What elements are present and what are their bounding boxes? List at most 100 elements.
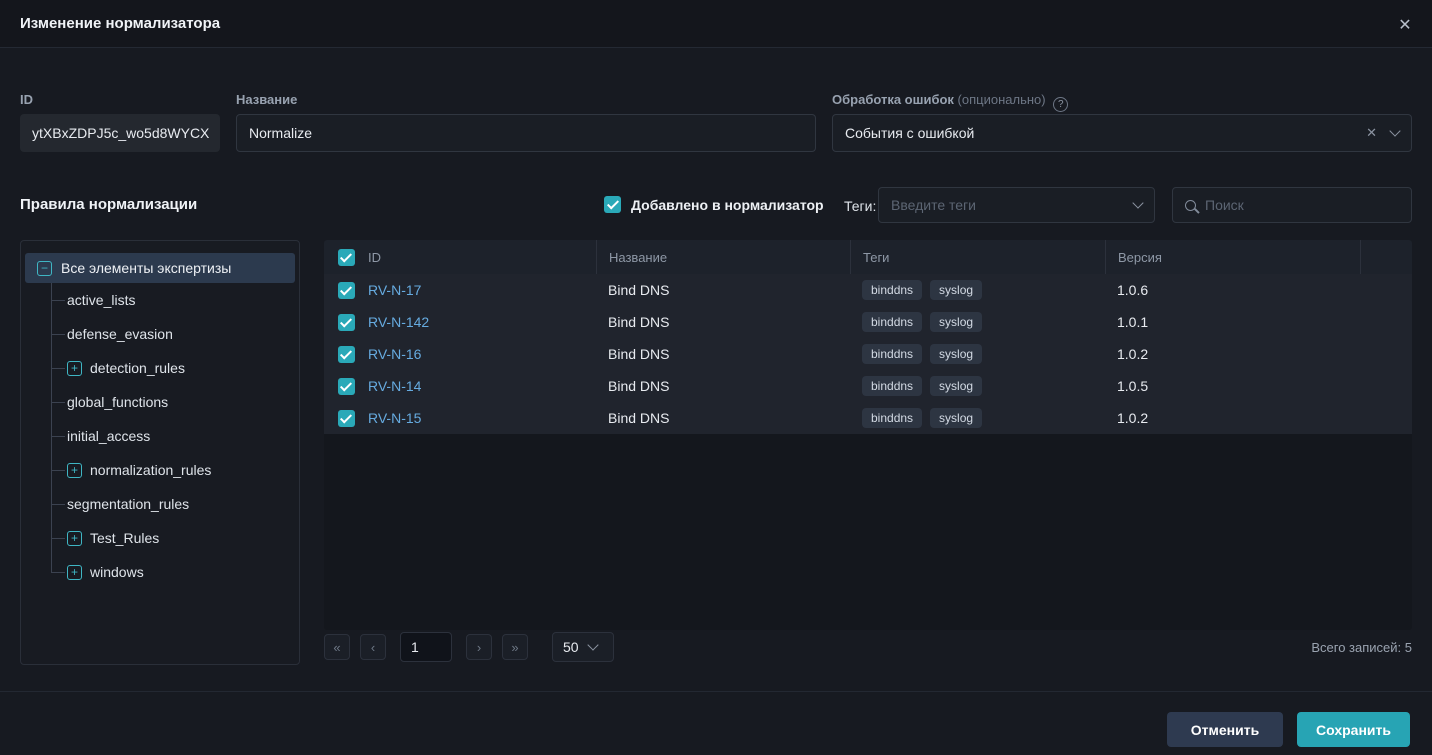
column-header-name[interactable]: Название — [596, 240, 862, 274]
rule-id-link[interactable]: RV-N-15 — [368, 410, 608, 426]
page-size-value: 50 — [563, 639, 579, 655]
tags-placeholder: Введите теги — [891, 197, 1134, 213]
rule-tags: binddns syslog — [862, 312, 1117, 332]
tag-badge: syslog — [930, 344, 982, 364]
tag-badge: binddns — [862, 408, 922, 428]
rule-id-link[interactable]: RV-N-142 — [368, 314, 608, 330]
table-row[interactable]: RV-N-17 Bind DNS binddns syslog 1.0.6 — [324, 274, 1412, 306]
tree-item-windows[interactable]: + windows — [25, 555, 295, 589]
tree-children: active_lists defense_evasion + detection… — [25, 283, 295, 589]
page-number-input[interactable] — [400, 632, 452, 662]
tag-badge: binddns — [862, 344, 922, 364]
column-header-version[interactable]: Версия — [1105, 240, 1372, 274]
tag-badge: binddns — [862, 312, 922, 332]
rule-name: Bind DNS — [608, 346, 862, 362]
save-button[interactable]: Сохранить — [1297, 712, 1410, 747]
error-handling-label-text: Обработка ошибок — [832, 92, 954, 107]
clear-icon[interactable]: ✕ — [1366, 125, 1377, 141]
tag-badge: syslog — [930, 376, 982, 396]
error-handling-label: Обработка ошибок (опционально) ? — [832, 92, 1068, 112]
tree-item-label: detection_rules — [90, 360, 185, 376]
tree-item-label: windows — [90, 564, 144, 580]
first-page-button[interactable]: « — [324, 634, 350, 660]
row-checkbox[interactable] — [338, 346, 355, 363]
dialog-footer: Отменить Сохранить — [0, 691, 1432, 755]
search-box[interactable] — [1172, 187, 1412, 223]
rule-version: 1.0.2 — [1117, 346, 1372, 362]
row-checkbox[interactable] — [338, 378, 355, 395]
rule-version: 1.0.5 — [1117, 378, 1372, 394]
chevron-down-icon[interactable] — [1132, 197, 1143, 208]
close-icon[interactable]: ✕ — [1392, 12, 1418, 38]
rules-section-title: Правила нормализации — [20, 196, 197, 213]
rule-name: Bind DNS — [608, 314, 862, 330]
search-input[interactable] — [1205, 197, 1399, 213]
help-icon[interactable]: ? — [1053, 97, 1068, 112]
added-checkbox-group[interactable]: Добавлено в нормализатор — [604, 196, 824, 213]
column-header-extra — [1360, 240, 1412, 274]
tree-item-global-functions[interactable]: global_functions — [25, 385, 295, 419]
tag-badge: binddns — [862, 376, 922, 396]
rule-id-link[interactable]: RV-N-14 — [368, 378, 608, 394]
collapse-icon[interactable]: − — [37, 261, 52, 276]
pagination-bar: « ‹ › » 50 Всего записей: 5 — [324, 632, 1412, 662]
name-label: Название — [236, 92, 297, 107]
cancel-button[interactable]: Отменить — [1167, 712, 1283, 747]
added-checkbox-label: Добавлено в нормализатор — [631, 197, 824, 213]
tags-select[interactable]: Введите теги — [878, 187, 1155, 223]
page-size-select[interactable]: 50 — [552, 632, 614, 662]
tree-item-detection-rules[interactable]: + detection_rules — [25, 351, 295, 385]
tree-item-test-rules[interactable]: + Test_Rules — [25, 521, 295, 555]
tag-badge: syslog — [930, 408, 982, 428]
tree-item-active-lists[interactable]: active_lists — [25, 283, 295, 317]
tree-item-label: active_lists — [67, 292, 135, 308]
tree-item-label: global_functions — [67, 394, 168, 410]
tree-root-all-elements[interactable]: − Все элементы экспертизы — [25, 253, 295, 283]
search-icon — [1185, 200, 1196, 211]
row-checkbox[interactable] — [338, 410, 355, 427]
expand-icon[interactable]: + — [67, 463, 82, 478]
rule-id-link[interactable]: RV-N-16 — [368, 346, 608, 362]
error-handling-value: События с ошибкой — [845, 125, 1366, 141]
rule-tags: binddns syslog — [862, 280, 1117, 300]
tree-item-label: normalization_rules — [90, 462, 211, 478]
tree-item-label: segmentation_rules — [67, 496, 189, 512]
table-row[interactable]: RV-N-15 Bind DNS binddns syslog 1.0.2 — [324, 402, 1412, 434]
row-checkbox[interactable] — [338, 314, 355, 331]
tags-label: Теги: — [844, 198, 876, 214]
last-page-button[interactable]: » — [502, 634, 528, 660]
prev-page-button[interactable]: ‹ — [360, 634, 386, 660]
dialog-header: Изменение нормализатора ✕ — [0, 0, 1432, 48]
tree-item-defense-evasion[interactable]: defense_evasion — [25, 317, 295, 351]
select-all-checkbox[interactable] — [338, 249, 355, 266]
rule-tags: binddns syslog — [862, 376, 1117, 396]
tree-item-normalization-rules[interactable]: + normalization_rules — [25, 453, 295, 487]
added-checkbox[interactable] — [604, 196, 621, 213]
chevron-down-icon — [587, 639, 598, 650]
id-label: ID — [20, 92, 33, 107]
table-row[interactable]: RV-N-14 Bind DNS binddns syslog 1.0.5 — [324, 370, 1412, 402]
rule-name: Bind DNS — [608, 410, 862, 426]
row-checkbox[interactable] — [338, 282, 355, 299]
tree-root-label: Все элементы экспертизы — [61, 260, 231, 276]
rules-table: ID Название Теги Версия RV-N-17 Bind DNS… — [324, 240, 1412, 630]
tree-item-segmentation-rules[interactable]: segmentation_rules — [25, 487, 295, 521]
expand-icon[interactable]: + — [67, 361, 82, 376]
id-field: ytXBxZDPJ5c_wo5d8WYCX — [20, 114, 220, 152]
tree-item-initial-access[interactable]: initial_access — [25, 419, 295, 453]
chevron-down-icon[interactable] — [1389, 125, 1400, 136]
name-input[interactable] — [236, 114, 816, 152]
table-row[interactable]: RV-N-142 Bind DNS binddns syslog 1.0.1 — [324, 306, 1412, 338]
table-row[interactable]: RV-N-16 Bind DNS binddns syslog 1.0.2 — [324, 338, 1412, 370]
column-header-tags[interactable]: Теги — [850, 240, 1117, 274]
expand-icon[interactable]: + — [67, 531, 82, 546]
column-header-id[interactable]: ID — [368, 240, 608, 274]
rule-name: Bind DNS — [608, 282, 862, 298]
rule-version: 1.0.2 — [1117, 410, 1372, 426]
rule-id-link[interactable]: RV-N-17 — [368, 282, 608, 298]
dialog-title: Изменение нормализатора — [20, 15, 220, 32]
next-page-button[interactable]: › — [466, 634, 492, 660]
expand-icon[interactable]: + — [67, 565, 82, 580]
error-handling-select[interactable]: События с ошибкой ✕ — [832, 114, 1412, 152]
tree-item-label: defense_evasion — [67, 326, 173, 342]
